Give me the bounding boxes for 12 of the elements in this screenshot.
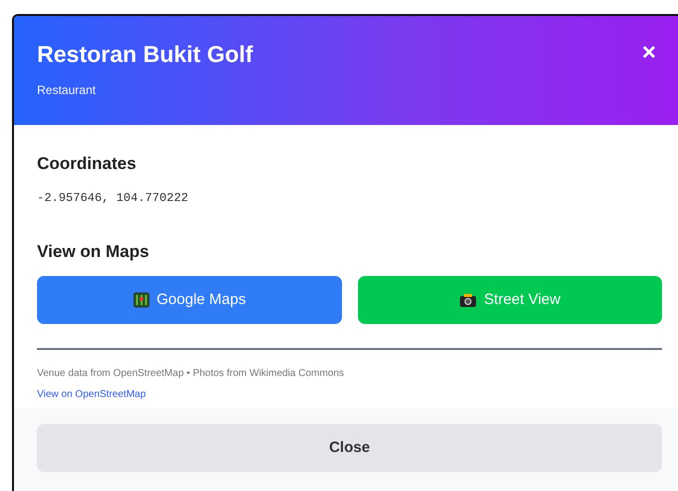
coordinates-text: -2.957646, 104.770222 [37,190,190,206]
section-heading: Coordinates [37,153,138,175]
camera-icon [459,292,478,308]
close-button[interactable]: Close [37,424,662,472]
close-button[interactable]: × [636,41,662,65]
google-maps-button[interactable]: Google Maps [37,276,342,324]
section-heading: View on Maps [37,240,150,262]
map-icon [132,292,150,308]
modal-title: Restoran Bukit Golf [37,41,253,69]
attribution-text: Venue data from OpenStreetMap • Photos from Wikimedia Commons [37,367,345,381]
openstreetmap-link[interactable]: View on OpenStreetMap [37,389,146,400]
category-label: Restaurant [37,82,97,99]
